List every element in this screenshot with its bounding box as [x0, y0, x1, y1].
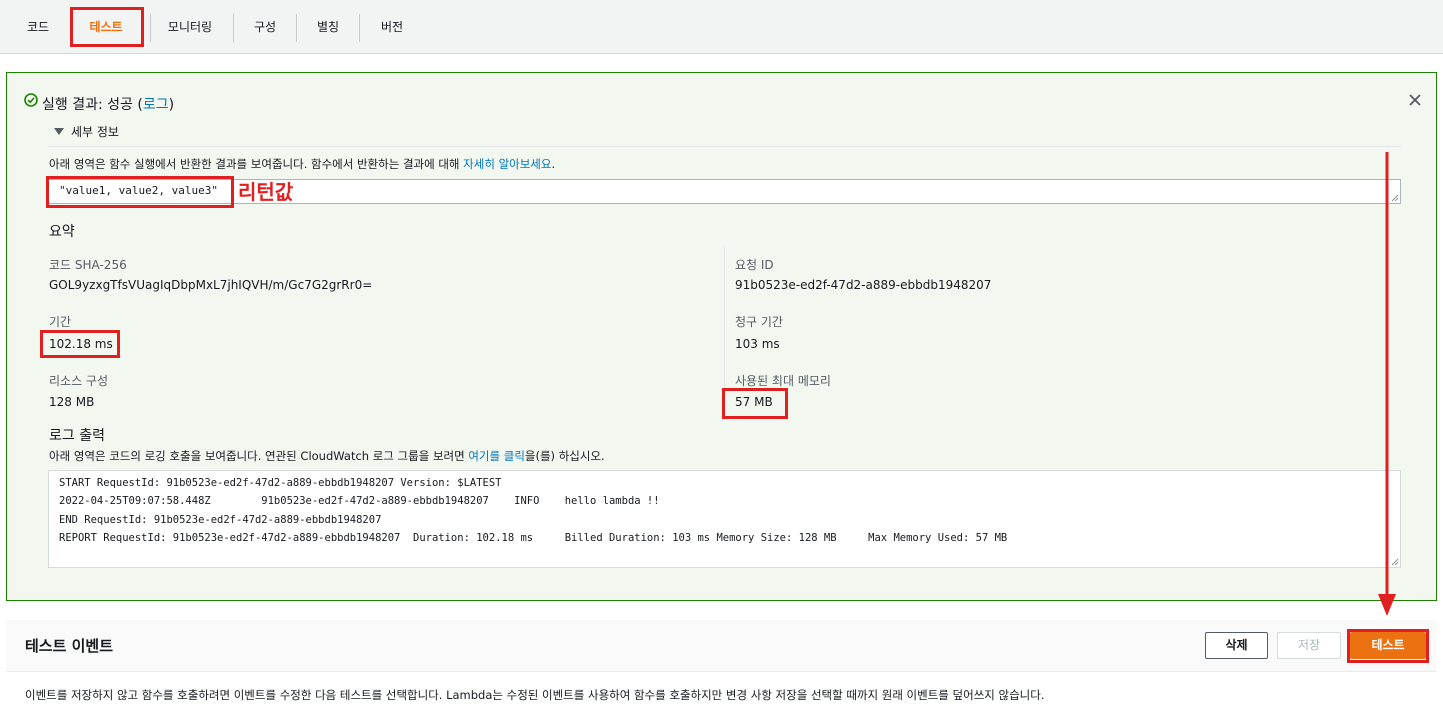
code-sha-value: GOL9yzxgTfsVUagIqDbpMxL7jhIQVH/m/Gc7G2gr… — [49, 278, 373, 292]
tab-code[interactable]: 코드 — [14, 14, 62, 40]
divider — [48, 146, 1401, 147]
log-line: START RequestId: 91b0523e-ed2f-47d2-a889… — [59, 477, 502, 489]
arrow-down-icon — [1378, 152, 1396, 616]
log-output-title: 로그 출력 — [49, 428, 105, 444]
learn-more-link[interactable]: 자세히 알아보세요 — [463, 157, 551, 171]
code-sha-label: 코드 SHA-256 — [49, 258, 127, 272]
annotation-box-test-button — [1347, 629, 1429, 663]
annotation-box-max-memory — [722, 388, 788, 419]
tab-bar: 코드 테스트 모니터링 구성 별칭 버전 — [0, 0, 1443, 54]
check-circle-icon — [24, 93, 38, 107]
result-description: 아래 영역은 함수 실행에서 반환한 결과를 보여줍니다. 함수에서 반환하는 … — [49, 156, 555, 172]
resources-label: 리소스 구성 — [49, 374, 109, 388]
log-description: 아래 영역은 코드의 로깅 호출을 보여줍니다. 연관된 CloudWatch … — [49, 448, 605, 464]
billed-duration-label: 청구 기간 — [735, 315, 783, 329]
log-line: REPORT RequestId: 91b0523e-ed2f-47d2-a88… — [59, 532, 1008, 544]
log-desc-text: 아래 영역은 코드의 로깅 호출을 보여줍니다. 연관된 CloudWatch … — [49, 449, 469, 463]
duration-label: 기간 — [49, 315, 72, 329]
billed-duration-value: 103 ms — [735, 337, 780, 351]
request-id-label: 요청 ID — [735, 258, 774, 272]
tab-separator — [150, 14, 151, 42]
log-line: END RequestId: 91b0523e-ed2f-47d2-a889-e… — [59, 514, 382, 526]
close-icon[interactable] — [1407, 92, 1423, 108]
test-event-description: 이벤트를 저장하지 않고 함수를 호출하려면 이벤트를 수정한 다음 테스트를 … — [25, 688, 1045, 702]
test-event-title: 테스트 이벤트 — [25, 637, 114, 655]
request-id-value: 91b0523e-ed2f-47d2-a889-ebbdb1948207 — [735, 278, 992, 292]
caret-down-icon[interactable] — [54, 128, 64, 135]
tab-aliases[interactable]: 별칭 — [302, 14, 354, 40]
execution-result-title: 실행 결과: 성공 (로그) — [42, 94, 174, 114]
resources-value: 128 MB — [49, 395, 95, 409]
result-desc-end: . — [551, 157, 556, 171]
tab-separator — [296, 14, 297, 42]
tab-configuration[interactable]: 구성 — [240, 14, 290, 40]
result-desc-text: 아래 영역은 함수 실행에서 반환한 결과를 보여줍니다. 함수에서 반환하는 … — [49, 157, 464, 171]
log-desc-end: 을(를) 하십시오. — [524, 449, 605, 463]
logs-link[interactable]: 로그 — [143, 97, 169, 113]
tab-separator — [359, 14, 360, 42]
delete-button[interactable]: 삭제 — [1205, 632, 1268, 659]
tab-versions[interactable]: 버전 — [365, 14, 419, 40]
max-memory-label: 사용된 최대 메모리 — [735, 374, 831, 388]
annotation-box-duration — [40, 330, 120, 358]
annotation-box-test-tab — [70, 7, 144, 47]
result-title-suffix: ) — [168, 97, 175, 113]
details-toggle[interactable]: 세부 정보 — [71, 123, 119, 140]
result-title-prefix: 실행 결과: 성공 ( — [42, 97, 143, 113]
annotation-return-label: 리턴값 — [238, 180, 294, 204]
tab-monitoring[interactable]: 모니터링 — [156, 14, 224, 40]
tab-separator — [233, 14, 234, 42]
annotation-box-return-value — [46, 176, 234, 208]
cloudwatch-link[interactable]: 여기를 클릭 — [468, 449, 525, 463]
log-line: 2022-04-25T09:07:58.448Z 91b0523e-ed2f-4… — [59, 495, 660, 507]
summary-title: 요약 — [49, 224, 75, 240]
save-button[interactable]: 저장 — [1277, 632, 1341, 659]
